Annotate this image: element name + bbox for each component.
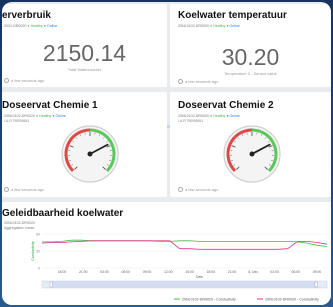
legend-item[interactable]: 20NL0102-DR0020 - Conductivity: [257, 298, 319, 302]
x-tick-label: 6. Dec: [248, 270, 258, 274]
x-tick-label: 09:00: [143, 270, 152, 274]
device-id[interactable]: 20NL0102-DR0020: [4, 221, 35, 225]
x-tick-label: 06:00: [292, 270, 301, 274]
online-badge: ● Online: [43, 24, 58, 28]
gauge-hub: [87, 151, 93, 157]
value-caption: Total Watercounter: [67, 67, 102, 72]
x-axis-label: Date: [196, 275, 203, 279]
value-display: 2150.14: [42, 40, 127, 66]
device-status: 2001-DR0020 ● Healthy ● Online: [4, 24, 57, 28]
card-doseervat-chemie-2: Doseervat Chemie 2 20NL0102-DR0020 ● Hea…: [170, 92, 331, 197]
device-status: 20NL0102-DR0020 ● Healthy ● Online: [178, 24, 240, 28]
healthy-badge: ● Healthy: [209, 24, 226, 28]
device-id[interactable]: 20NL0102-DR0020: [178, 24, 209, 28]
gauge: [61, 125, 119, 183]
device-id[interactable]: 2001-DR0020: [4, 24, 26, 28]
series-line-2: [41, 240, 328, 250]
value-caption: Temperature 2 - Sensor value: [224, 71, 277, 76]
dashboard: erverbruik 2001-DR0020 ● Healthy ● Onlin…: [2, 2, 331, 305]
card-geleidbaarheid: Geleidbaarheid koelwater 20NL0102-DR0020…: [2, 202, 331, 305]
clock-icon: [178, 187, 183, 193]
x-tick-label: 15:00: [185, 270, 194, 274]
x-tick-label: 21:00: [228, 270, 237, 274]
clock-icon: [4, 187, 9, 193]
x-tick-label: 18:00: [207, 270, 216, 274]
last-updated: a few seconds ago: [178, 187, 218, 193]
card-title: Koelwater temperatuur: [178, 10, 287, 21]
card-title: Geleidbaarheid koelwater: [2, 208, 124, 219]
last-updated: a few seconds ago: [4, 187, 44, 193]
y-tick-label: 60: [36, 233, 40, 237]
card-title: Doseervat Chemie 2: [178, 100, 274, 111]
last-updated: a few seconds ago: [178, 79, 218, 85]
x-tick-label: 12:00: [164, 270, 173, 274]
x-tick-label: 03:00: [100, 270, 109, 274]
gauge: [223, 125, 281, 183]
y-axis-label: Conductivity: [31, 241, 35, 261]
y-tick-label: 30: [36, 250, 40, 254]
card-title: Doseervat Chemie 1: [2, 100, 98, 111]
x-tick-label: 09:00: [313, 270, 322, 274]
card-title: erverbruik: [2, 10, 51, 21]
card-koelwater-temperatuur: Koelwater temperatuur 20NL0102-DR0020 ● …: [170, 4, 331, 87]
range-handle-right[interactable]: [314, 281, 318, 288]
gauge-hub: [249, 151, 255, 157]
range-handle-left[interactable]: [49, 281, 53, 288]
last-updated: a few seconds ago: [4, 78, 44, 84]
y-tick-label: 0: [38, 267, 40, 271]
x-tick-label: 18:00: [58, 270, 67, 274]
x-tick-label: 21:00: [79, 270, 88, 274]
range-selection: [52, 281, 317, 288]
legend-label: 20NL0102-DR0020 - Conductivity: [182, 298, 236, 302]
x-tick-label: 03:00: [270, 270, 279, 274]
legend-label: 20NL0102-DR0020 - Conductivity: [265, 298, 319, 302]
clock-icon: [178, 79, 183, 85]
clock-icon: [4, 78, 9, 84]
card-waterverbruik: erverbruik 2001-DR0020 ● Healthy ● Onlin…: [2, 4, 167, 87]
x-tick-label: 06:00: [122, 270, 131, 274]
healthy-badge: ● Healthy: [27, 24, 43, 28]
card-doseervat-chemie-1: Doseervat Chemie 1 20NL0102-DR0020 ● Hea…: [2, 92, 167, 197]
value-display: 30.20: [221, 44, 280, 70]
conductivity-chart: 60 30 0 Conductivity 18:00 21:00 03:00 06:00 09:…: [31, 233, 328, 302]
legend-item[interactable]: 20NL0102-DR0020 - Conductivity: [174, 298, 236, 302]
online-badge: ● Online: [226, 24, 240, 28]
